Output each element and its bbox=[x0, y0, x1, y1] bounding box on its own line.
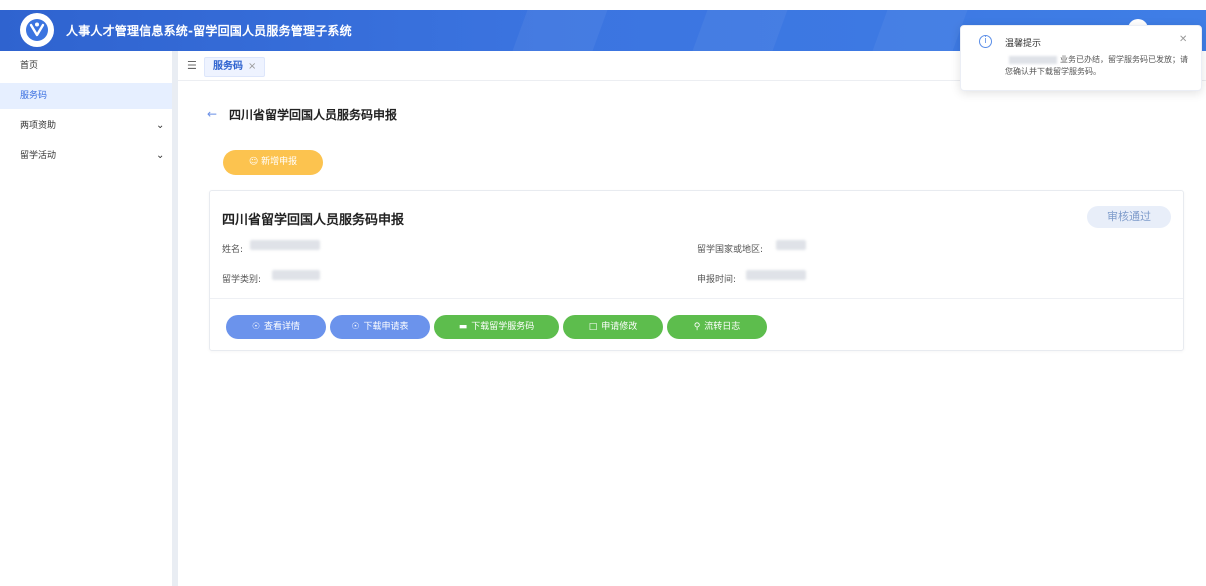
tab-label: 服务码 bbox=[213, 61, 243, 72]
download-form-label: 下载申请表 bbox=[363, 322, 409, 332]
sidebar-item-service-code[interactable]: 服务码 bbox=[0, 83, 178, 109]
notification-title: 温馨提示 bbox=[1005, 39, 1042, 49]
back-arrow-icon[interactable]: ← bbox=[207, 107, 217, 121]
header-decoration bbox=[512, 10, 608, 51]
study-type-label: 留学类别: bbox=[222, 275, 262, 285]
app-title: 人事人才管理信息系统-留学回国人员服务管理子系统 bbox=[66, 24, 352, 38]
menu-toggle-icon[interactable]: ☰ bbox=[187, 59, 197, 72]
chevron-down-icon: ⌄ bbox=[156, 120, 165, 131]
header-decoration bbox=[692, 10, 788, 51]
sidebar-item-label: 两项资助 bbox=[20, 121, 57, 131]
sidebar-item-label: 服务码 bbox=[20, 91, 48, 101]
request-modification-label: 申请修改 bbox=[601, 322, 638, 332]
new-application-button[interactable]: ☺ 新增申报 bbox=[223, 150, 323, 175]
close-icon[interactable]: × bbox=[248, 61, 256, 72]
study-type-value-redacted bbox=[272, 270, 320, 280]
search-icon: ⚲ bbox=[693, 322, 701, 332]
sidebar-item-activities[interactable]: 留学活动 ⌄ bbox=[0, 143, 178, 169]
logo-icon bbox=[26, 19, 48, 41]
sidebar-item-label: 留学活动 bbox=[20, 151, 57, 161]
document-icon: □ bbox=[588, 322, 598, 332]
flow-log-button[interactable]: ⚲ 流转日志 bbox=[667, 315, 767, 339]
request-modification-button[interactable]: □ 申请修改 bbox=[563, 315, 663, 339]
view-details-label: 查看详情 bbox=[264, 322, 301, 332]
name-value-redacted bbox=[250, 240, 320, 250]
new-application-label: 新增申报 bbox=[261, 157, 298, 167]
submit-time-value-redacted bbox=[746, 270, 806, 280]
country-value-redacted bbox=[776, 240, 806, 250]
card-divider bbox=[210, 298, 1183, 299]
eye-icon: ☉ bbox=[351, 322, 360, 332]
close-icon[interactable]: ✕ bbox=[1179, 34, 1187, 45]
user-icon: ☺ bbox=[248, 157, 259, 167]
sidebar-item-label: 首页 bbox=[20, 61, 39, 71]
folder-icon: ▬ bbox=[458, 322, 468, 332]
app-logo bbox=[20, 13, 54, 47]
header-decoration bbox=[872, 10, 968, 51]
notification-message: 业务已办结，留学服务码已发放；请您确认并下载留学服务码。 bbox=[1005, 55, 1188, 76]
eye-icon: ☉ bbox=[251, 322, 261, 332]
app-window: 人事人才管理信息系统-留学回国人员服务管理子系统 首页 服务码 两项资助 ⌄ 留… bbox=[0, 0, 1206, 586]
notification-popup: i 温馨提示 ✕ 业务已办结，留学服务码已发放；请您确认并下载留学服务码。 bbox=[960, 25, 1202, 91]
tab-service-code[interactable]: 服务码 × bbox=[204, 57, 266, 77]
download-service-code-button[interactable]: ▬ 下载留学服务码 bbox=[434, 315, 559, 339]
page-title: 四川省留学回国人员服务码申报 bbox=[229, 108, 398, 122]
name-label: 姓名: bbox=[222, 245, 244, 255]
card-title: 四川省留学回国人员服务码申报 bbox=[222, 213, 405, 228]
sidebar-item-home[interactable]: 首页 bbox=[0, 53, 178, 79]
submit-time-label: 申报时间: bbox=[697, 275, 737, 285]
application-card: 四川省留学回国人员服务码申报 审核通过 姓名: 留学国家或地区: 留学类别: 申… bbox=[209, 190, 1184, 351]
status-badge: 审核通过 bbox=[1087, 206, 1171, 228]
sidebar-scrollbar[interactable] bbox=[172, 51, 178, 586]
chevron-down-icon: ⌄ bbox=[156, 150, 165, 161]
view-details-button[interactable]: ☉ 查看详情 bbox=[226, 315, 326, 339]
country-label: 留学国家或地区: bbox=[697, 245, 764, 255]
info-icon: i bbox=[979, 35, 992, 48]
download-form-button[interactable]: ☉ 下载申请表 bbox=[330, 315, 430, 339]
sidebar: 首页 服务码 两项资助 ⌄ 留学活动 ⌄ bbox=[0, 51, 178, 586]
download-service-code-label: 下载留学服务码 bbox=[471, 322, 535, 332]
flow-log-label: 流转日志 bbox=[704, 322, 741, 332]
sidebar-item-funding[interactable]: 两项资助 ⌄ bbox=[0, 113, 178, 139]
